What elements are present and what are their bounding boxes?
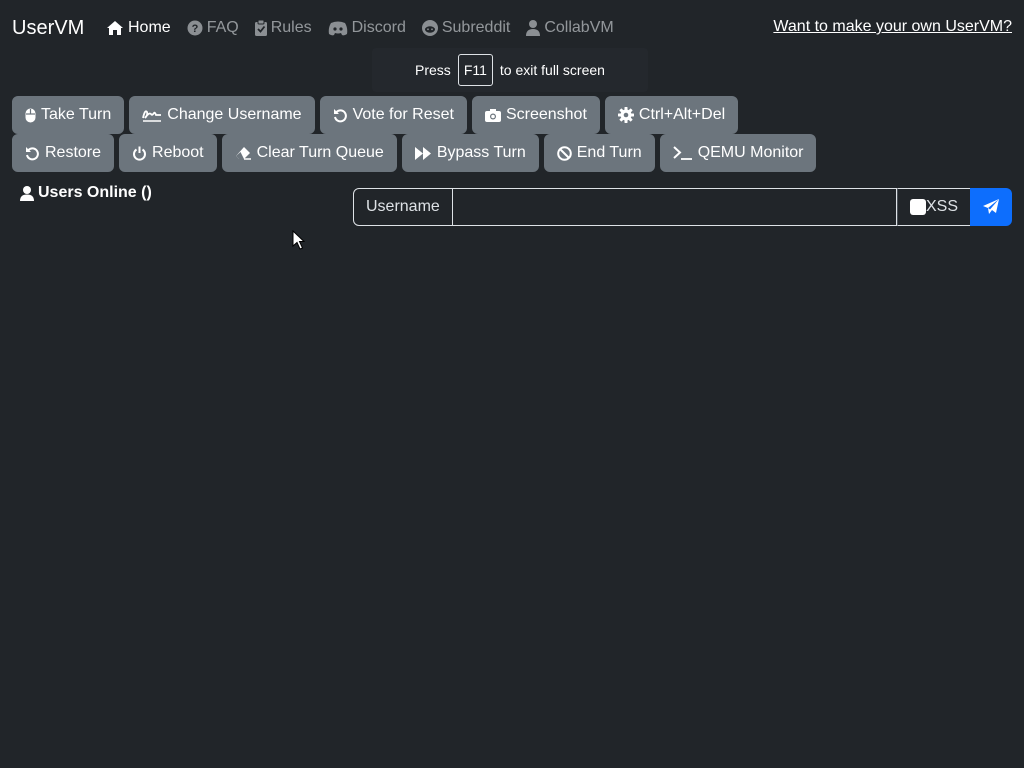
nav-item-collabvm[interactable]: CollabVM bbox=[526, 19, 614, 37]
power-icon bbox=[133, 146, 147, 161]
camera-icon bbox=[484, 109, 501, 122]
xss-checkbox[interactable] bbox=[909, 199, 926, 215]
nav-item-label: Rules bbox=[270, 19, 312, 36]
button-label: Bypass Turn bbox=[436, 144, 526, 161]
button-label: Clear Turn Queue bbox=[256, 144, 384, 161]
user-icon bbox=[20, 185, 34, 201]
screenshot-button[interactable]: Screenshot bbox=[471, 96, 600, 134]
end-turn-button[interactable]: End Turn bbox=[543, 134, 655, 172]
mouse-icon bbox=[25, 108, 36, 122]
fast-forward-icon bbox=[414, 146, 431, 160]
username-label[interactable]: Username bbox=[353, 188, 453, 226]
f11-key: F11 bbox=[457, 54, 493, 86]
undo-icon bbox=[333, 108, 347, 122]
eraser-icon bbox=[235, 147, 251, 160]
button-label: Change Username bbox=[167, 106, 302, 123]
nav-item-home[interactable]: Home bbox=[106, 19, 171, 37]
chat-input-group: Username XSS bbox=[353, 188, 1012, 226]
change-username-button[interactable]: Change Username bbox=[129, 96, 315, 134]
take-turn-button[interactable]: Take Turn bbox=[12, 96, 125, 134]
question-circle-icon: ? bbox=[187, 20, 203, 36]
gear-icon bbox=[617, 107, 634, 123]
user-icon bbox=[526, 20, 541, 36]
nav-item-rules[interactable]: Rules bbox=[254, 19, 312, 37]
make-your-own-link[interactable]: Want to make your own UserVM? bbox=[773, 18, 1012, 36]
button-label: QEMU Monitor bbox=[697, 144, 804, 161]
button-label: Screenshot bbox=[505, 106, 587, 123]
terminal-icon bbox=[673, 146, 692, 160]
vm-controls-row-1: Take Turn Change Username Vote for Reset… bbox=[12, 96, 743, 134]
button-label: Reboot bbox=[152, 144, 204, 161]
fullscreen-hint: Press F11 to exit full screen bbox=[372, 48, 648, 92]
qemu-monitor-button[interactable]: QEMU Monitor bbox=[659, 134, 817, 172]
mouse-cursor bbox=[292, 229, 306, 255]
clear-turn-queue-button[interactable]: Clear Turn Queue bbox=[221, 134, 397, 172]
vote-for-reset-button[interactable]: Vote for Reset bbox=[319, 96, 467, 134]
vm-controls-row-2: Restore Reboot Clear Turn Queue Bypass T… bbox=[12, 134, 821, 172]
svg-text:?: ? bbox=[191, 23, 198, 35]
button-label: Ctrl+Alt+Del bbox=[638, 106, 726, 123]
undo-icon bbox=[26, 146, 39, 160]
fullscreen-hint-prefix: Press bbox=[415, 62, 451, 78]
xss-toggle[interactable]: XSS bbox=[896, 188, 970, 226]
button-label: Restore bbox=[45, 144, 102, 161]
send-button[interactable] bbox=[970, 188, 1012, 226]
brand-logo[interactable]: UserVM bbox=[12, 16, 84, 40]
nav-item-faq[interactable]: ? FAQ bbox=[187, 19, 239, 37]
cursor-arrow-icon bbox=[292, 229, 306, 250]
home-icon bbox=[107, 21, 123, 35]
fullscreen-hint-suffix: to exit full screen bbox=[499, 62, 605, 78]
chat-input[interactable] bbox=[452, 188, 897, 226]
button-label: Vote for Reset bbox=[352, 106, 454, 123]
ban-icon bbox=[556, 145, 572, 161]
reddit-icon bbox=[421, 20, 438, 36]
nav-item-subreddit[interactable]: Subreddit bbox=[421, 19, 511, 37]
nav-item-label: FAQ bbox=[206, 19, 239, 36]
nav-item-label: Subreddit bbox=[441, 19, 511, 36]
nav-item-label: CollabVM bbox=[544, 19, 614, 36]
discord-icon bbox=[328, 21, 347, 35]
nav-item-label: Discord bbox=[351, 19, 406, 36]
signature-icon bbox=[142, 110, 162, 122]
button-label: End Turn bbox=[576, 144, 642, 161]
xss-label: XSS bbox=[925, 198, 958, 215]
nav-item-label: Home bbox=[128, 19, 171, 36]
reboot-button[interactable]: Reboot bbox=[119, 134, 217, 172]
button-label: Take Turn bbox=[41, 106, 112, 123]
ctrl-alt-del-button[interactable]: Ctrl+Alt+Del bbox=[604, 96, 739, 134]
bypass-turn-button[interactable]: Bypass Turn bbox=[401, 134, 539, 172]
users-online-header: Users Online () bbox=[20, 184, 152, 202]
users-online-label: Users Online () bbox=[38, 184, 152, 201]
nav-items: Home ? FAQ Rules Discord Subreddit Colla… bbox=[106, 18, 630, 38]
nav-item-discord[interactable]: Discord bbox=[328, 19, 406, 37]
paper-plane-icon bbox=[983, 199, 999, 214]
restore-button[interactable]: Restore bbox=[12, 134, 115, 172]
clipboard-check-icon bbox=[254, 20, 267, 36]
